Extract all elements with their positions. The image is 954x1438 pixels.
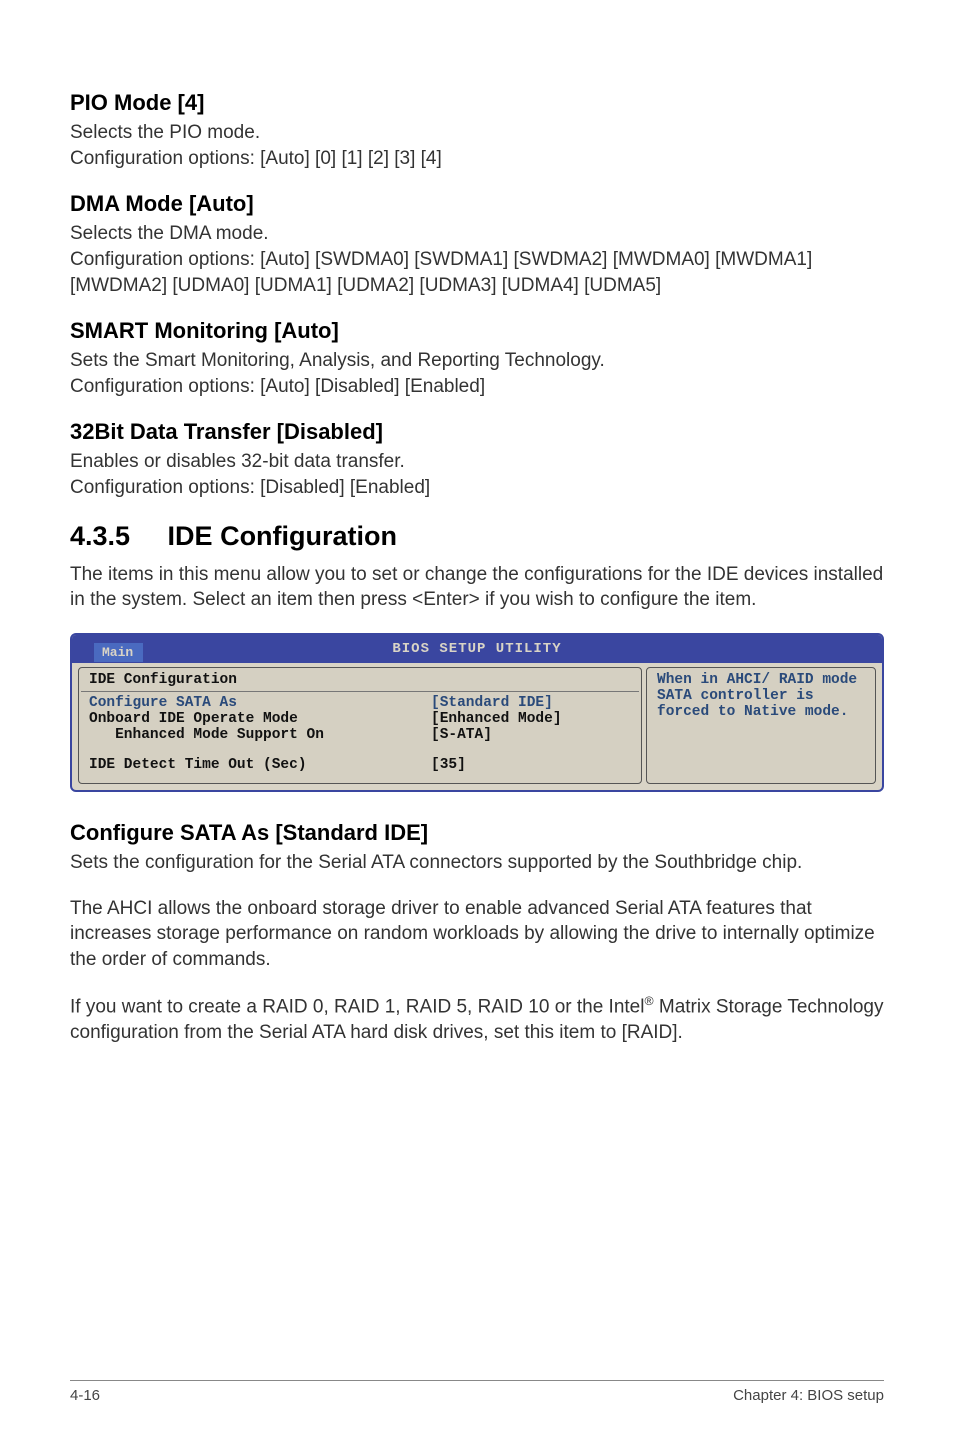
smart-line2: Configuration options: [Auto] [Disabled]… [70,376,485,397]
text-confsata-p2: The AHCI allows the onboard storage driv… [70,896,884,973]
text-pio-mode: Selects the PIO mode. Configuration opti… [70,120,884,171]
dma-line2: Configuration options: [Auto] [SWDMA0] [… [70,249,812,296]
bios-row-enhanced-support[interactable]: Enhanced Mode Support On [S-ATA] [89,727,631,743]
text-confsata-p1: Sets the configuration for the Serial AT… [70,850,884,876]
heading-smart: SMART Monitoring [Auto] [70,318,884,344]
bios-tab-main[interactable]: Main [94,643,143,662]
heading-pio-mode: PIO Mode [4] [70,90,884,116]
text-smart: Sets the Smart Monitoring, Analysis, and… [70,348,884,399]
page-footer: 4-16 Chapter 4: BIOS setup [70,1380,884,1404]
heading-ide-configuration: 4.3.5 IDE Configuration [70,521,884,552]
bios-label: IDE Detect Time Out (Sec) [89,757,431,773]
pio-line2: Configuration options: [Auto] [0] [1] [2… [70,148,442,169]
bios-value: [S-ATA] [431,727,631,743]
heading-dma-mode: DMA Mode [Auto] [70,191,884,217]
bios-value: [Enhanced Mode] [431,711,631,727]
bios-title: BIOS SETUP UTILITY [392,641,561,657]
bios-header: Main BIOS SETUP UTILITY [72,635,882,663]
bios-setup-panel: Main BIOS SETUP UTILITY IDE Configuratio… [70,633,884,792]
bios-help-pane: When in AHCI/ RAID mode SATA controller … [646,667,876,784]
chapter-label: Chapter 4: BIOS setup [733,1387,884,1404]
d32-line2: Configuration options: [Disabled] [Enabl… [70,477,430,498]
text-32bit: Enables or disables 32-bit data transfer… [70,449,884,500]
spacer [89,743,631,757]
bios-row-ide-detect[interactable]: IDE Detect Time Out (Sec) [35] [89,757,631,773]
bios-body: IDE Configuration Configure SATA As [Sta… [72,663,882,790]
bios-value: [35] [431,757,631,773]
text-ide-configuration: The items in this menu allow you to set … [70,562,884,613]
bios-help-text: When in AHCI/ RAID mode SATA controller … [657,672,857,720]
text-dma-mode: Selects the DMA mode. Configuration opti… [70,221,884,298]
dma-line1: Selects the DMA mode. [70,223,269,244]
bios-left-title: IDE Configuration [89,672,631,688]
bios-left-pane: IDE Configuration Configure SATA As [Sta… [78,667,642,784]
bios-label: Configure SATA As [89,695,431,711]
p3a: If you want to create a RAID 0, RAID 1, … [70,996,644,1017]
d32-line1: Enables or disables 32-bit data transfer… [70,451,405,472]
smart-line1: Sets the Smart Monitoring, Analysis, and… [70,350,605,371]
bios-separator [81,691,639,692]
registered-symbol: ® [644,994,653,1008]
heading-32bit: 32Bit Data Transfer [Disabled] [70,419,884,445]
bios-label: Enhanced Mode Support On [89,727,431,743]
text-confsata-p3: If you want to create a RAID 0, RAID 1, … [70,993,884,1046]
page-number: 4-16 [70,1387,100,1404]
bios-row-operate-mode[interactable]: Onboard IDE Operate Mode [Enhanced Mode] [89,711,631,727]
bios-row-configure-sata[interactable]: Configure SATA As [Standard IDE] [89,695,631,711]
pio-line1: Selects the PIO mode. [70,122,260,143]
bios-label: Onboard IDE Operate Mode [89,711,431,727]
heading-configure-sata: Configure SATA As [Standard IDE] [70,820,884,846]
bios-value: [Standard IDE] [431,695,631,711]
